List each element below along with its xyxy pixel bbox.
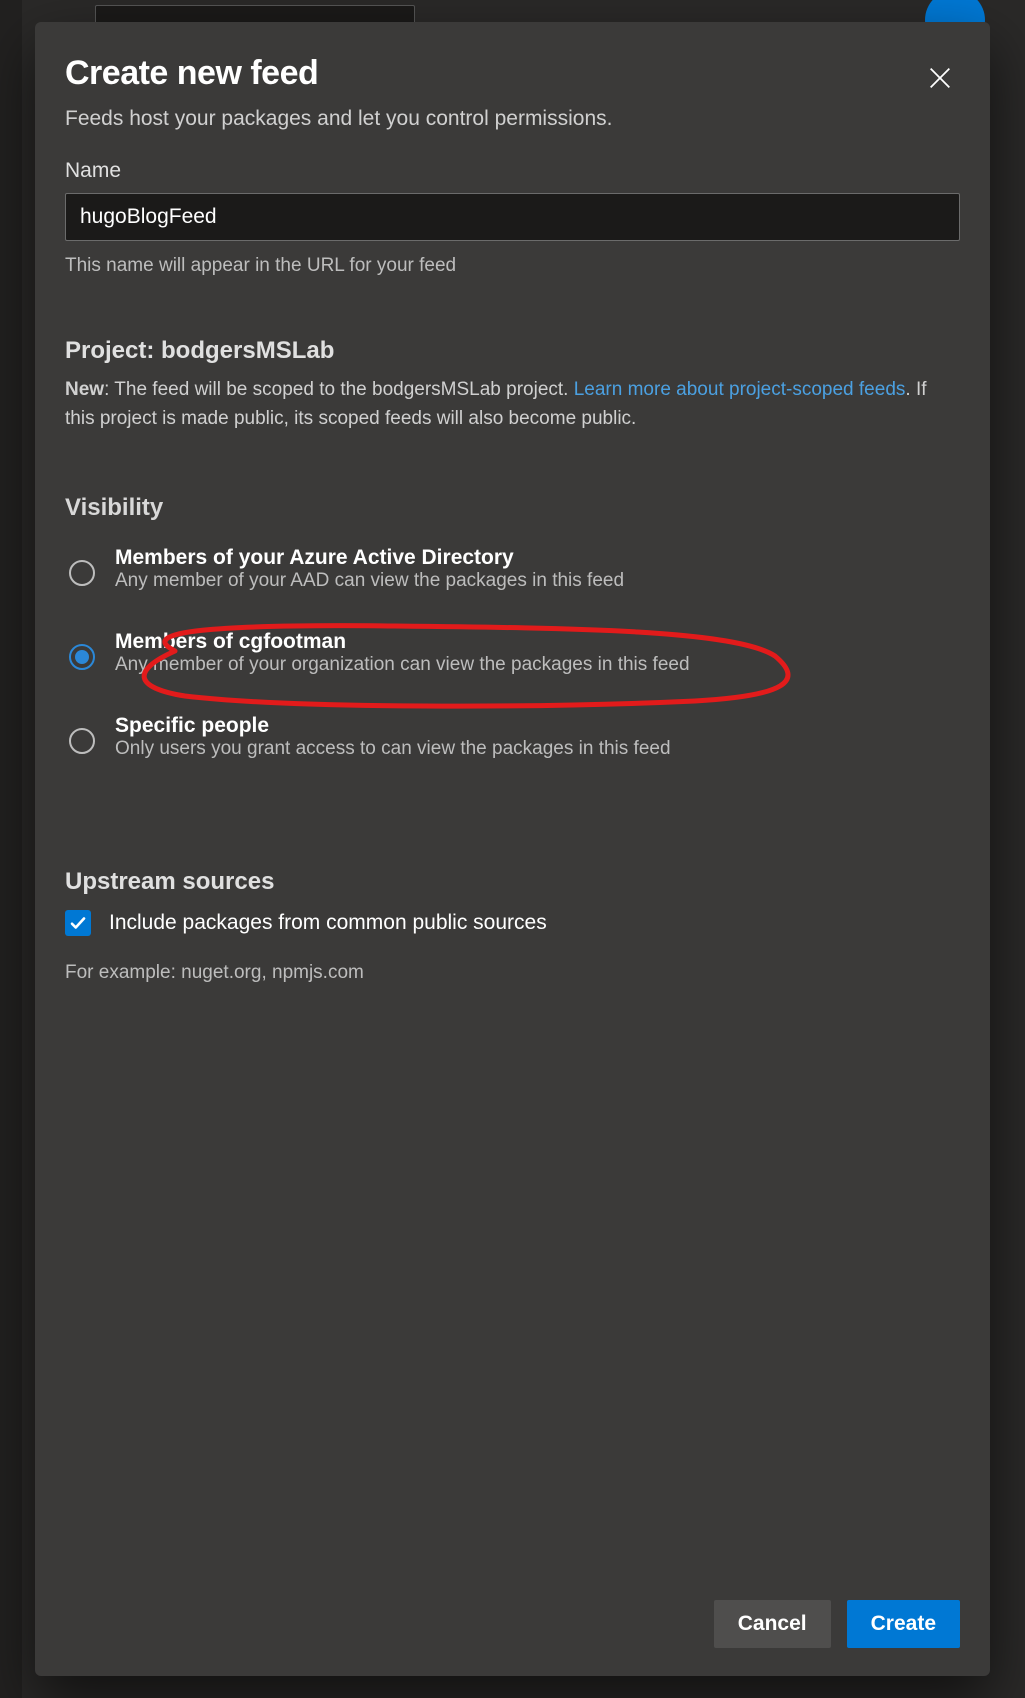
visibility-option-desc: Only users you grant access to can view … <box>115 738 671 759</box>
visibility-option-title: Members of your Azure Active Directory <box>115 546 514 569</box>
dialog-title: Create new feed <box>65 54 318 93</box>
close-icon <box>926 80 954 95</box>
close-button[interactable] <box>920 58 960 101</box>
dialog-body: Name This name will appear in the URL fo… <box>35 131 990 1580</box>
project-description: New: The feed will be scoped to the bodg… <box>65 375 960 434</box>
visibility-option-aad[interactable]: Members of your Azure Active Directory A… <box>65 536 960 620</box>
upstream-checkbox-label: Include packages from common public sour… <box>109 911 547 935</box>
visibility-section: Visibility Members of your Azure Active … <box>65 494 960 788</box>
radio-icon <box>69 728 95 754</box>
dialog-header: Create new feed <box>35 22 990 101</box>
create-feed-dialog: Create new feed Feeds host your packages… <box>35 22 990 1676</box>
project-new-badge: New <box>65 379 104 400</box>
upstream-heading: Upstream sources <box>65 868 960 896</box>
cancel-button[interactable]: Cancel <box>714 1600 831 1648</box>
visibility-option-org[interactable]: Members of cgfootman Any member of your … <box>65 620 960 704</box>
visibility-option-desc: Any member of your organization can view… <box>115 654 690 675</box>
dialog-subtitle: Feeds host your packages and let you con… <box>35 101 990 131</box>
project-heading: Project: bodgersMSLab <box>65 337 960 365</box>
visibility-radio-group: Members of your Azure Active Directory A… <box>65 536 960 788</box>
visibility-option-title: Specific people <box>115 714 269 737</box>
name-label: Name <box>65 159 960 183</box>
project-desc-part1: : The feed will be scoped to the bodgers… <box>104 379 574 400</box>
visibility-heading: Visibility <box>65 494 960 522</box>
checkbox-icon <box>65 910 91 936</box>
project-section: Project: bodgersMSLab New: The feed will… <box>65 337 960 434</box>
radio-icon <box>69 644 95 670</box>
visibility-option-desc: Any member of your AAD can view the pack… <box>115 570 624 591</box>
create-button[interactable]: Create <box>847 1600 960 1648</box>
radio-icon <box>69 560 95 586</box>
name-input[interactable] <box>65 193 960 241</box>
upstream-checkbox-row[interactable]: Include packages from common public sour… <box>65 910 960 936</box>
upstream-section: Upstream sources Include packages from c… <box>65 868 960 984</box>
upstream-example: For example: nuget.org, npmjs.com <box>65 962 960 984</box>
visibility-option-specific[interactable]: Specific people Only users you grant acc… <box>65 704 960 788</box>
name-helper: This name will appear in the URL for you… <box>65 255 960 277</box>
dialog-footer: Cancel Create <box>35 1580 990 1676</box>
visibility-option-title: Members of cgfootman <box>115 630 346 653</box>
project-scope-link[interactable]: Learn more about project-scoped feeds <box>574 379 906 400</box>
